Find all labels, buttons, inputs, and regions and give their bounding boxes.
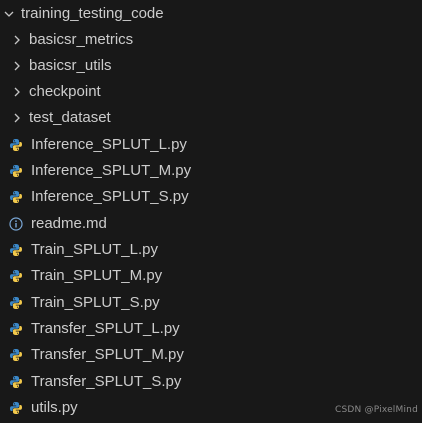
folder-label: test_dataset xyxy=(29,109,111,126)
python-icon xyxy=(8,189,24,205)
chevron-down-icon xyxy=(3,8,15,20)
chevron-right-icon xyxy=(11,60,23,72)
file-label: Train_SPLUT_M.py xyxy=(31,267,163,284)
folder-row-training-testing-code[interactable]: training_testing_code xyxy=(0,1,422,27)
file-row-transfer-splut-m[interactable]: Transfer_SPLUT_M.py xyxy=(0,342,422,368)
info-icon xyxy=(8,216,24,232)
watermark: CSDN @PixelMind xyxy=(334,405,418,415)
python-icon xyxy=(8,242,24,258)
file-label: Transfer_SPLUT_M.py xyxy=(31,346,184,363)
folder-label: basicsr_metrics xyxy=(29,31,134,48)
file-row-transfer-splut-s[interactable]: Transfer_SPLUT_S.py xyxy=(0,369,422,395)
folder-row-basicsr-utils[interactable]: basicsr_utils xyxy=(0,53,422,79)
file-label: Train_SPLUT_L.py xyxy=(31,241,159,258)
file-row-transfer-splut-l[interactable]: Transfer_SPLUT_L.py xyxy=(0,316,422,342)
file-row-train-splut-l[interactable]: Train_SPLUT_L.py xyxy=(0,237,422,263)
folder-row-checkpoint[interactable]: checkpoint xyxy=(0,79,422,105)
folder-label: checkpoint xyxy=(29,83,101,100)
file-label: readme.md xyxy=(31,215,107,232)
file-row-train-splut-s[interactable]: Train_SPLUT_S.py xyxy=(0,290,422,316)
chevron-right-icon xyxy=(11,112,23,124)
file-label: Train_SPLUT_S.py xyxy=(31,294,160,311)
folder-row-basicsr-metrics[interactable]: basicsr_metrics xyxy=(0,27,422,53)
file-label: Inference_SPLUT_M.py xyxy=(31,162,192,179)
file-row-inference-splut-l[interactable]: Inference_SPLUT_L.py xyxy=(0,132,422,158)
python-icon xyxy=(8,374,24,390)
chevron-right-icon xyxy=(11,34,23,46)
file-row-readme[interactable]: readme.md xyxy=(0,211,422,237)
file-label: utils.py xyxy=(31,399,78,416)
file-label: Transfer_SPLUT_S.py xyxy=(31,373,182,390)
python-icon xyxy=(8,321,24,337)
file-row-train-splut-m[interactable]: Train_SPLUT_M.py xyxy=(0,263,422,289)
file-label: Inference_SPLUT_L.py xyxy=(31,136,187,153)
file-row-inference-splut-m[interactable]: Inference_SPLUT_M.py xyxy=(0,158,422,184)
file-row-inference-splut-s[interactable]: Inference_SPLUT_S.py xyxy=(0,184,422,210)
folder-row-test-dataset[interactable]: test_dataset xyxy=(0,105,422,131)
python-icon xyxy=(8,347,24,363)
chevron-right-icon xyxy=(11,86,23,98)
python-icon xyxy=(8,400,24,416)
folder-label: basicsr_utils xyxy=(29,57,112,74)
folder-label: training_testing_code xyxy=(21,5,164,22)
python-icon xyxy=(8,163,24,179)
python-icon xyxy=(8,137,24,153)
file-label: Inference_SPLUT_S.py xyxy=(31,188,189,205)
python-icon xyxy=(8,295,24,311)
file-label: Transfer_SPLUT_L.py xyxy=(31,320,180,337)
python-icon xyxy=(8,268,24,284)
